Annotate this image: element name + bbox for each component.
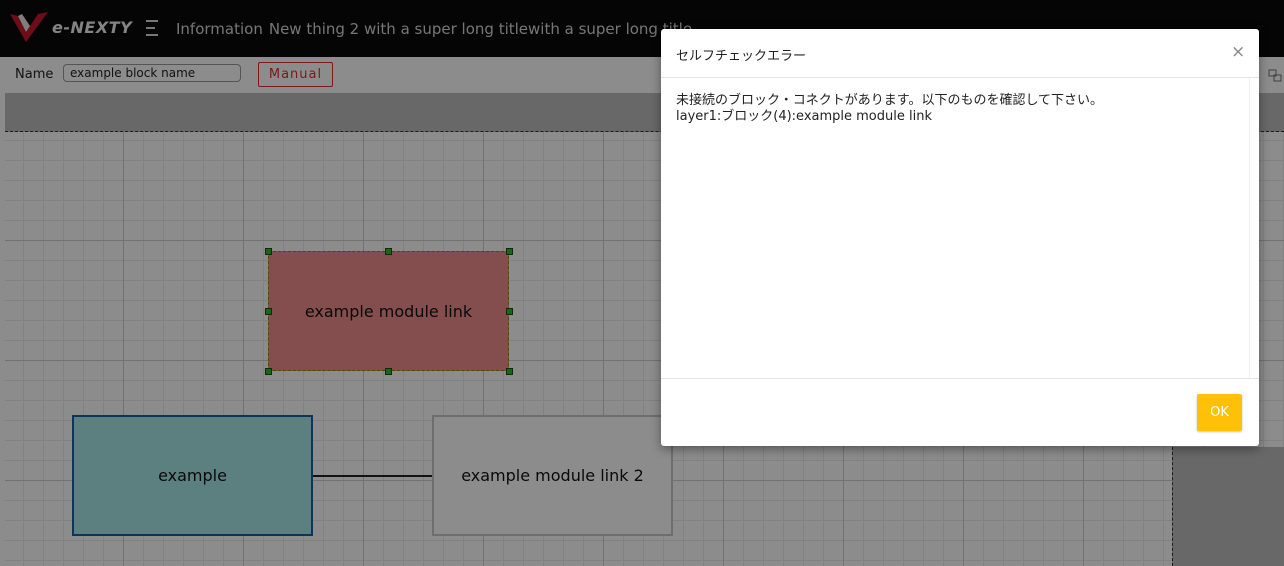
- dialog-footer: OK: [661, 378, 1259, 447]
- dialog-title: セルフチェックエラー: [676, 49, 807, 64]
- dialog-header: セルフチェックエラー ×: [661, 29, 1259, 78]
- self-check-error-dialog: セルフチェックエラー × 未接続のブロック・コネクトがあります。以下のものを確認…: [661, 29, 1259, 446]
- close-icon[interactable]: ×: [1231, 42, 1245, 62]
- dialog-body: 未接続のブロック・コネクトがあります。以下のものを確認して下さい。 layer1…: [676, 93, 1246, 125]
- ok-button[interactable]: OK: [1197, 394, 1242, 431]
- dialog-scrollbar[interactable]: [1249, 78, 1250, 378]
- error-detail-line: layer1:ブロック(4):example module link: [676, 109, 932, 124]
- error-message-line: 未接続のブロック・コネクトがあります。以下のものを確認して下さい。: [676, 93, 1104, 108]
